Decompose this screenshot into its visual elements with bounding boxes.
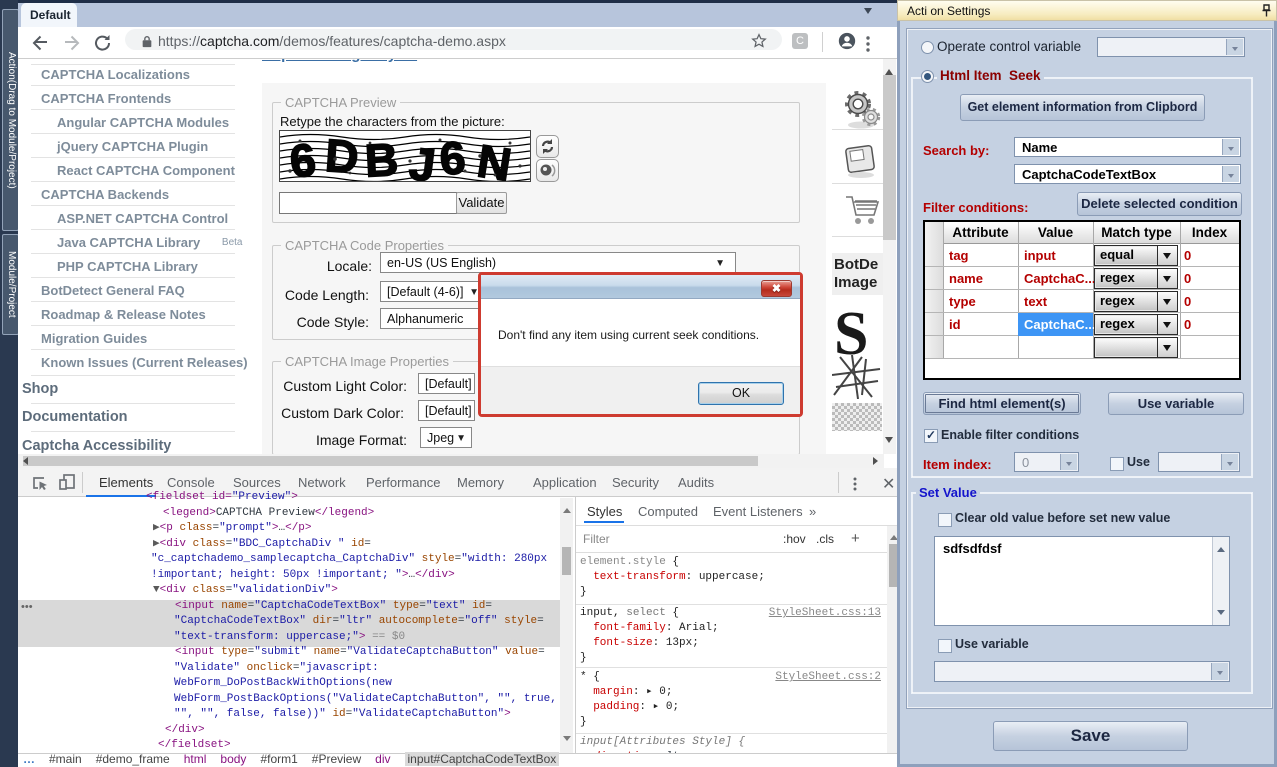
svg-text:J: J: [407, 137, 439, 181]
svg-text:B: B: [364, 133, 400, 181]
svg-text:6: 6: [287, 133, 319, 181]
svg-text:D: D: [324, 131, 361, 181]
svg-text:6: 6: [438, 131, 468, 181]
